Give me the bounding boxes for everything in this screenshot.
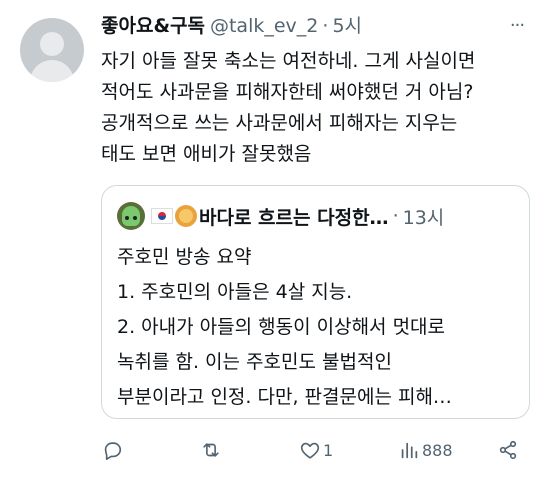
tweet-time[interactable]: 5시: [332, 12, 362, 40]
reply-icon: [104, 442, 122, 460]
quoted-tweet[interactable]: 바다로 흐르는 다정한… · 13시 주호민 방송 요약 1. 주호민의 아들은…: [101, 185, 530, 419]
quoted-text-line: 녹취를 함. 이는 주호민도 불법적인: [117, 351, 392, 373]
alien-eye: [125, 216, 129, 220]
tweet-text-line: 태도 보면 애비가 잘못했음: [101, 143, 312, 165]
separator-dot: ·: [322, 15, 329, 37]
share-button[interactable]: [497, 436, 519, 464]
tweet-text-line: 적어도 사과문을 피해자한테 써야했던 거 아님?: [101, 81, 474, 103]
alien-shape: [122, 206, 140, 226]
like-button[interactable]: 1: [299, 436, 333, 464]
user-handle[interactable]: @talk_ev_2: [210, 12, 318, 40]
korea-flag-icon: [151, 208, 173, 224]
like-count: 1: [323, 440, 334, 460]
tweet-header: 좋아요&구독 @talk_ev_2 · 5시: [101, 12, 362, 40]
reply-button[interactable]: [101, 436, 125, 464]
heart-icon: [300, 442, 320, 459]
avatar-head-shape: [40, 32, 64, 56]
quoted-tweet-time[interactable]: 13시: [403, 203, 445, 230]
quoted-separator-dot: ·: [392, 205, 399, 227]
lion-face-inner: [179, 209, 193, 223]
display-name[interactable]: 좋아요&구독: [101, 12, 205, 40]
quoted-text-line: 부분이라고 인정. 다만, 판결문에는 피해…: [117, 386, 452, 408]
taeguk-symbol: [158, 212, 166, 220]
quoted-text-line: 1. 주호민의 아들은 4살 지능.: [117, 281, 353, 303]
more-options-icon[interactable]: ···: [505, 14, 529, 38]
lion-face-icon: [175, 205, 197, 227]
views-button[interactable]: 888: [398, 436, 453, 464]
share-icon: [499, 440, 517, 460]
alien-eye: [133, 216, 137, 220]
tweet-text: 자기 아들 잘못 축소는 여전하네. 그게 사실이면 적어도 사과문을 피해자한…: [101, 46, 546, 170]
quoted-text-line: 주호민 방송 요약: [117, 246, 252, 268]
alien-avatar-icon[interactable]: [117, 202, 145, 230]
user-avatar[interactable]: [20, 18, 84, 82]
quoted-text-line: 2. 아내가 아들의 행동이 이상해서 멋대로: [117, 316, 446, 338]
views-chart-icon: [401, 442, 418, 459]
retweet-button[interactable]: [200, 436, 224, 464]
quoted-tweet-header: 바다로 흐르는 다정한… · 13시: [117, 202, 444, 230]
views-count: 888: [422, 440, 453, 460]
retweet-icon: [203, 443, 219, 457]
quoted-display-name[interactable]: 바다로 흐르는 다정한…: [199, 203, 389, 230]
tweet-text-line: 공개적으로 쓰는 사과문에서 피해자는 지우는: [101, 112, 458, 134]
quoted-tweet-text: 주호민 방송 요약 1. 주호민의 아들은 4살 지능. 2. 아내가 아들의 …: [117, 240, 517, 415]
tweet-actions-bar: 1 888: [101, 436, 531, 464]
tweet-text-line: 자기 아들 잘못 축소는 여전하네. 그게 사실이면: [101, 50, 476, 72]
avatar-shoulders-shape: [30, 60, 74, 82]
